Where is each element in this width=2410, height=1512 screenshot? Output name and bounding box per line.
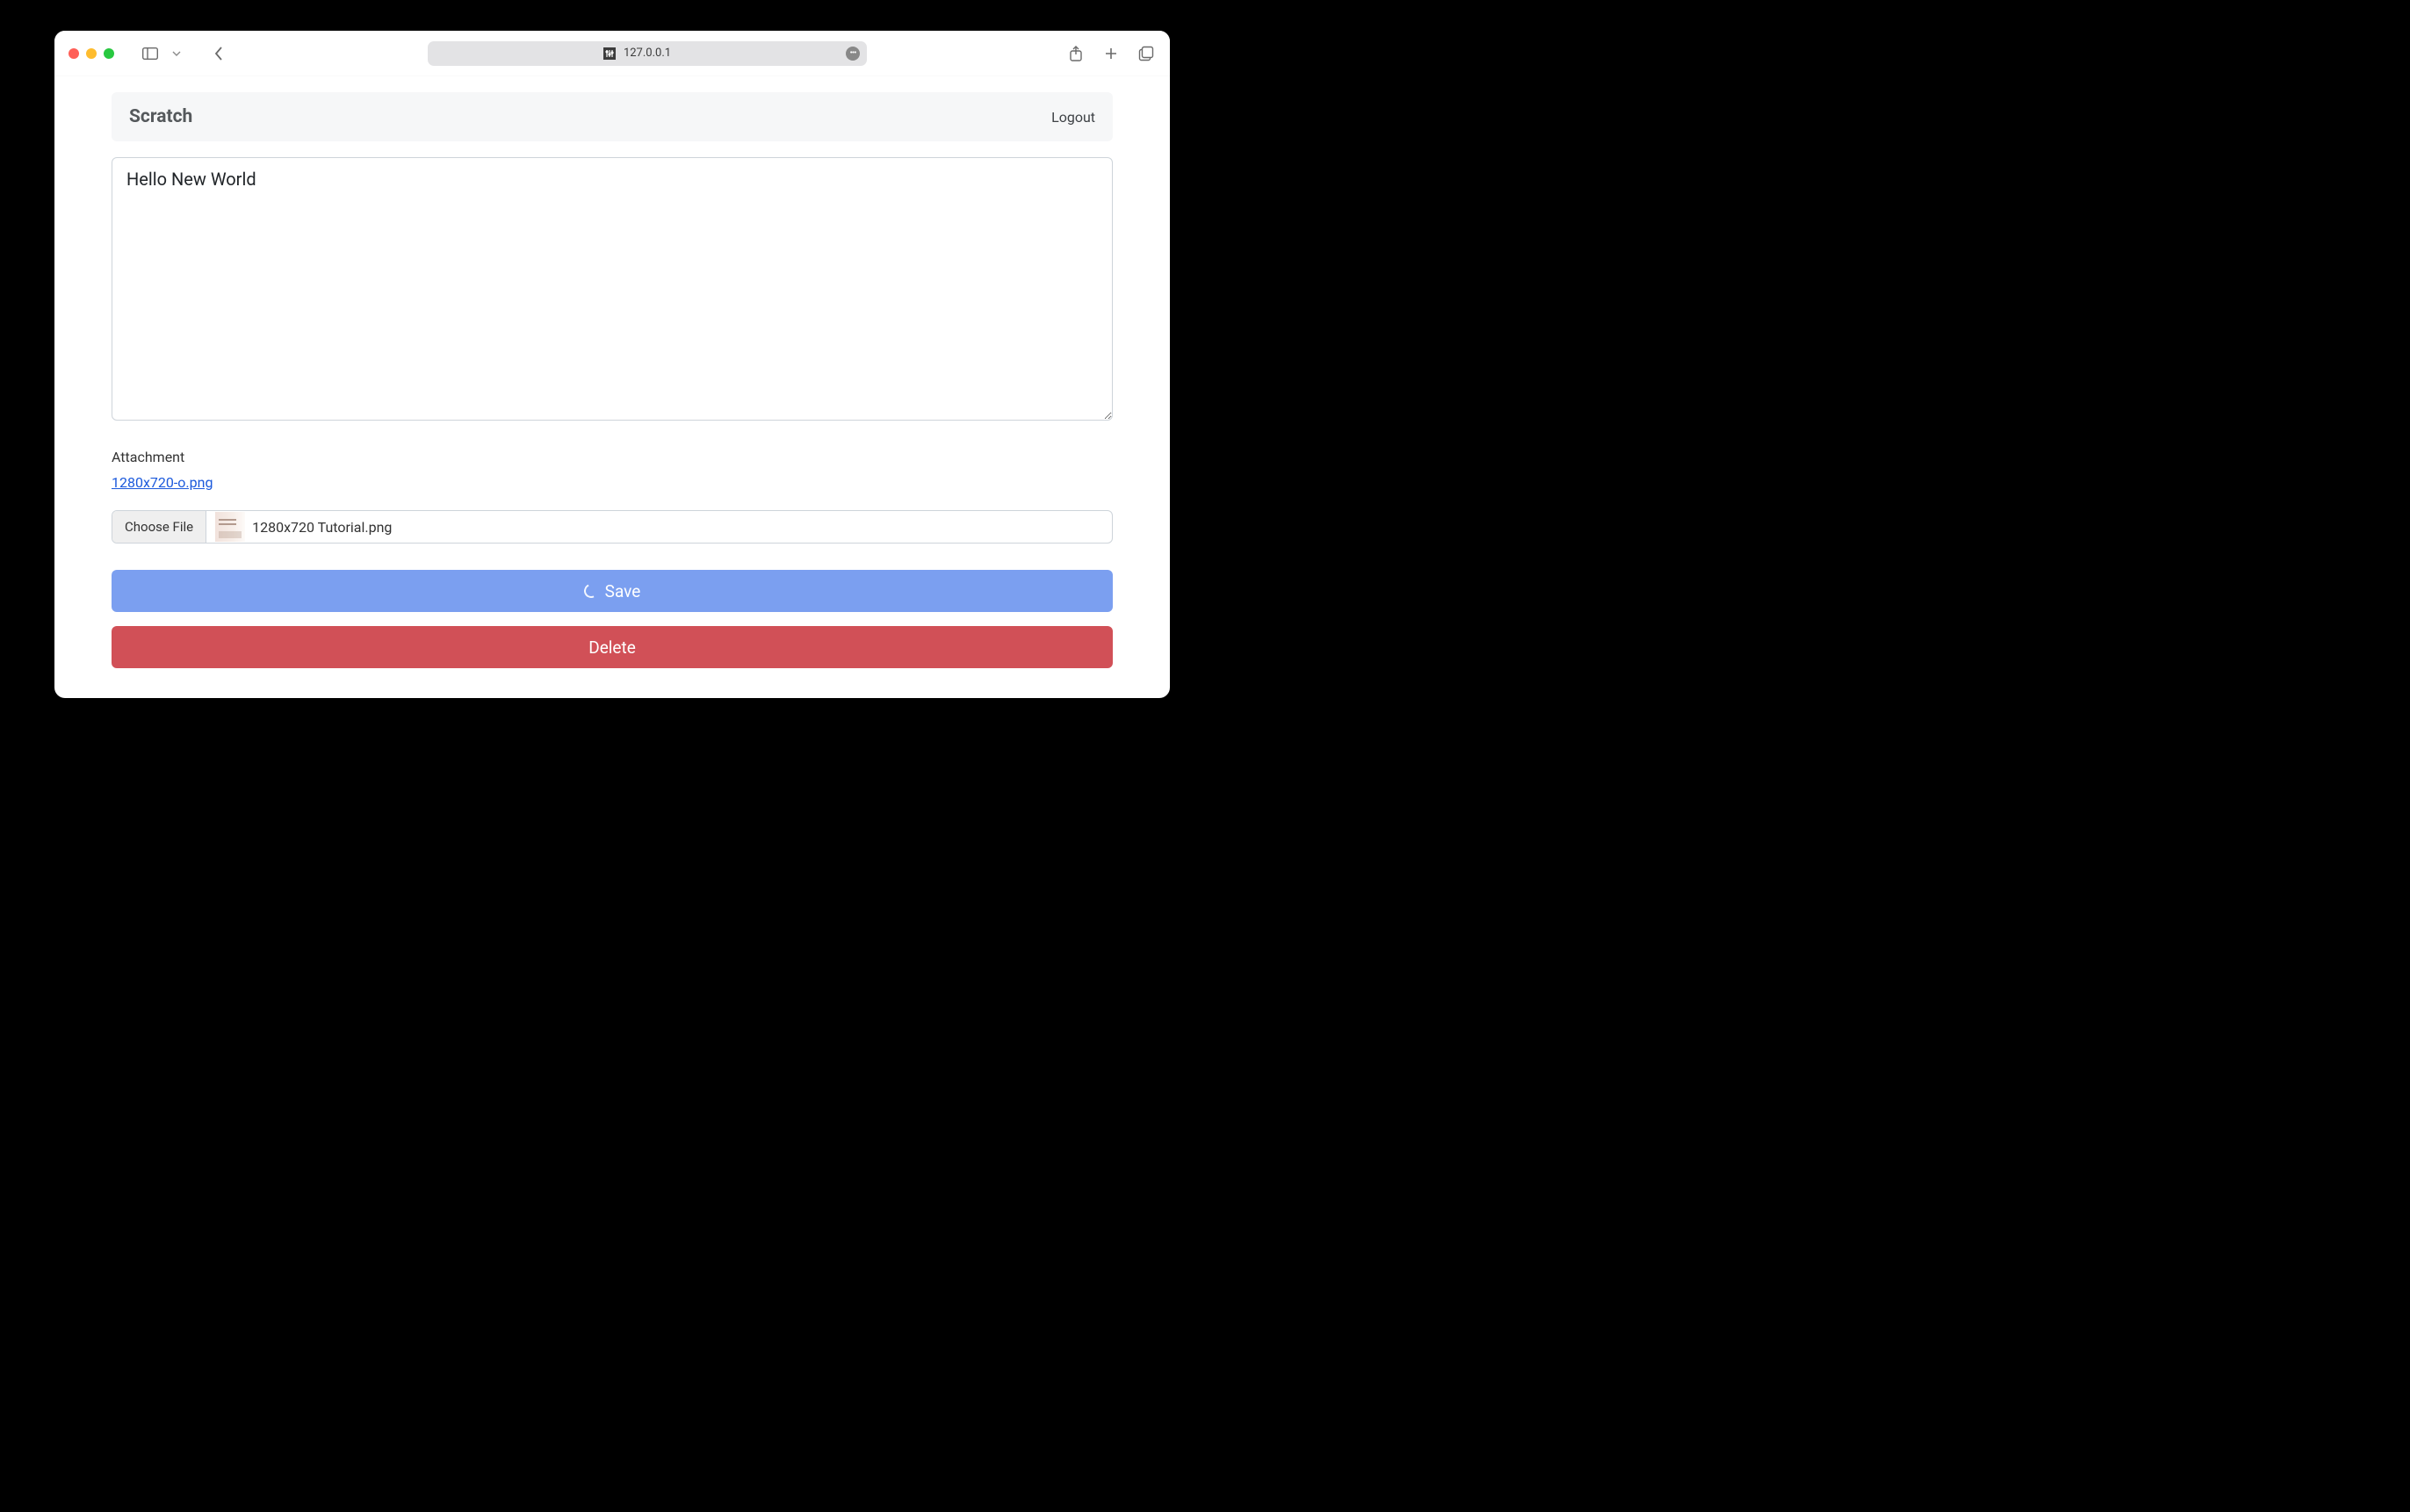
safari-window: 127.0.0.1 ••• Scratch Logout Attachment … bbox=[54, 31, 1170, 698]
tabs-overview-icon[interactable] bbox=[1136, 44, 1156, 63]
attachment-label: Attachment bbox=[112, 449, 1113, 465]
logout-link[interactable]: Logout bbox=[1051, 109, 1095, 126]
file-input-row: Choose File 1280x720 Tutorial.png bbox=[112, 510, 1113, 544]
window-controls bbox=[69, 48, 114, 59]
minimize-window-button[interactable] bbox=[86, 48, 97, 59]
address-bar-container: 127.0.0.1 ••• bbox=[237, 41, 1057, 66]
address-bar[interactable]: 127.0.0.1 ••• bbox=[428, 41, 867, 66]
browser-titlebar: 127.0.0.1 ••• bbox=[54, 31, 1170, 76]
maximize-window-button[interactable] bbox=[104, 48, 114, 59]
share-icon[interactable] bbox=[1066, 44, 1086, 63]
toolbar-left-group bbox=[141, 44, 228, 63]
toolbar-right-group bbox=[1066, 44, 1156, 63]
save-button-label: Save bbox=[605, 581, 641, 601]
page-menu-icon[interactable]: ••• bbox=[846, 47, 860, 61]
delete-button-label: Delete bbox=[588, 637, 636, 658]
app-title: Scratch bbox=[129, 106, 192, 127]
address-text: 127.0.0.1 bbox=[624, 47, 671, 60]
new-tab-icon[interactable] bbox=[1101, 44, 1121, 63]
loading-spinner-icon bbox=[581, 582, 600, 601]
attachment-link[interactable]: 1280x720-o.png bbox=[112, 474, 213, 491]
file-thumbnail-icon bbox=[215, 512, 245, 542]
choose-file-button[interactable]: Choose File bbox=[112, 511, 206, 543]
close-window-button[interactable] bbox=[69, 48, 79, 59]
selected-filename: 1280x720 Tutorial.png bbox=[252, 519, 392, 536]
back-button-icon[interactable] bbox=[209, 44, 228, 63]
note-textarea[interactable] bbox=[112, 157, 1113, 421]
chevron-down-icon[interactable] bbox=[167, 44, 186, 63]
site-settings-icon[interactable] bbox=[603, 47, 616, 60]
delete-button[interactable]: Delete bbox=[112, 626, 1113, 668]
save-button[interactable]: Save bbox=[112, 570, 1113, 612]
app-header: Scratch Logout bbox=[112, 92, 1113, 141]
page-content: Scratch Logout Attachment 1280x720-o.png… bbox=[54, 76, 1170, 695]
sidebar-toggle-icon[interactable] bbox=[141, 44, 160, 63]
